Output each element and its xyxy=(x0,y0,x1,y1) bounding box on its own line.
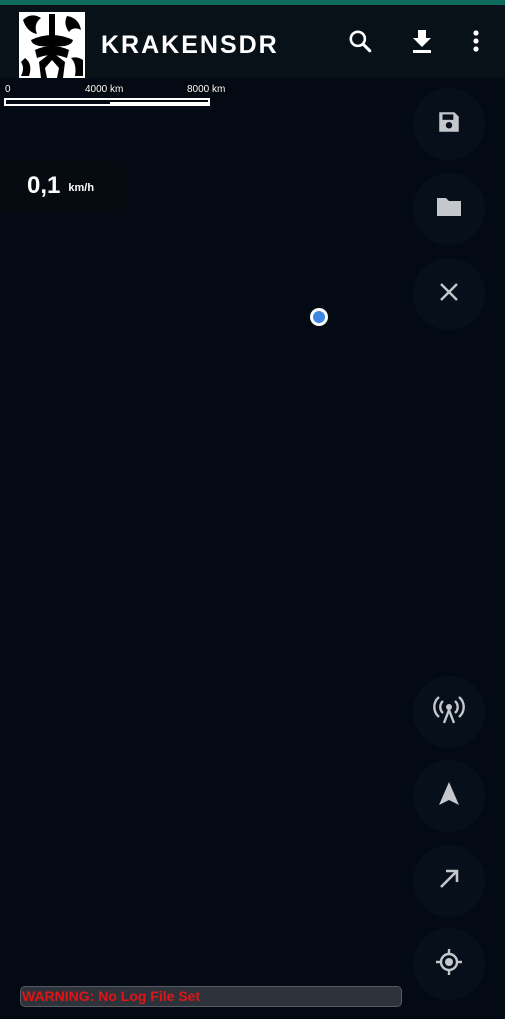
scale-label-zero: 0 xyxy=(5,84,11,95)
scale-label-mid: 4000 km xyxy=(85,84,124,95)
scale-bar-line xyxy=(4,98,210,106)
close-icon xyxy=(438,281,460,308)
scale-label-end: 8000 km xyxy=(187,84,226,95)
speed-value: 0,1 xyxy=(27,172,61,199)
bearing-button[interactable] xyxy=(413,845,485,917)
more-options-button[interactable] xyxy=(456,23,496,63)
more-vert-icon xyxy=(472,29,480,58)
download-icon xyxy=(410,28,434,59)
download-button[interactable] xyxy=(402,23,442,63)
app-bar: KRAKENSDR xyxy=(0,5,505,78)
save-icon xyxy=(436,109,462,140)
search-icon xyxy=(347,28,373,59)
navigation-arrow-icon xyxy=(437,781,461,812)
app-title: KRAKENSDR xyxy=(101,31,279,59)
bottom-strip xyxy=(0,1019,505,1024)
save-button[interactable] xyxy=(413,88,485,160)
open-folder-button[interactable] xyxy=(413,173,485,245)
my-location-button[interactable] xyxy=(413,928,485,1000)
my-location-icon xyxy=(435,948,463,981)
search-button[interactable] xyxy=(340,23,380,63)
close-button[interactable] xyxy=(413,258,485,330)
speed-display: 0,1 km/h xyxy=(0,160,127,212)
navigation-button[interactable] xyxy=(413,760,485,832)
warning-status-bar: WARNING: No Log File Set xyxy=(20,986,402,1007)
current-location-marker xyxy=(310,308,328,326)
kraken-logo-icon xyxy=(19,12,85,78)
antenna-icon xyxy=(433,694,465,731)
speed-unit: km/h xyxy=(68,182,95,194)
arrow-northeast-icon xyxy=(437,867,461,896)
map-scale-bar: 0 4000 km 8000 km xyxy=(4,84,229,112)
folder-icon xyxy=(435,195,463,224)
antenna-button[interactable] xyxy=(413,676,485,748)
